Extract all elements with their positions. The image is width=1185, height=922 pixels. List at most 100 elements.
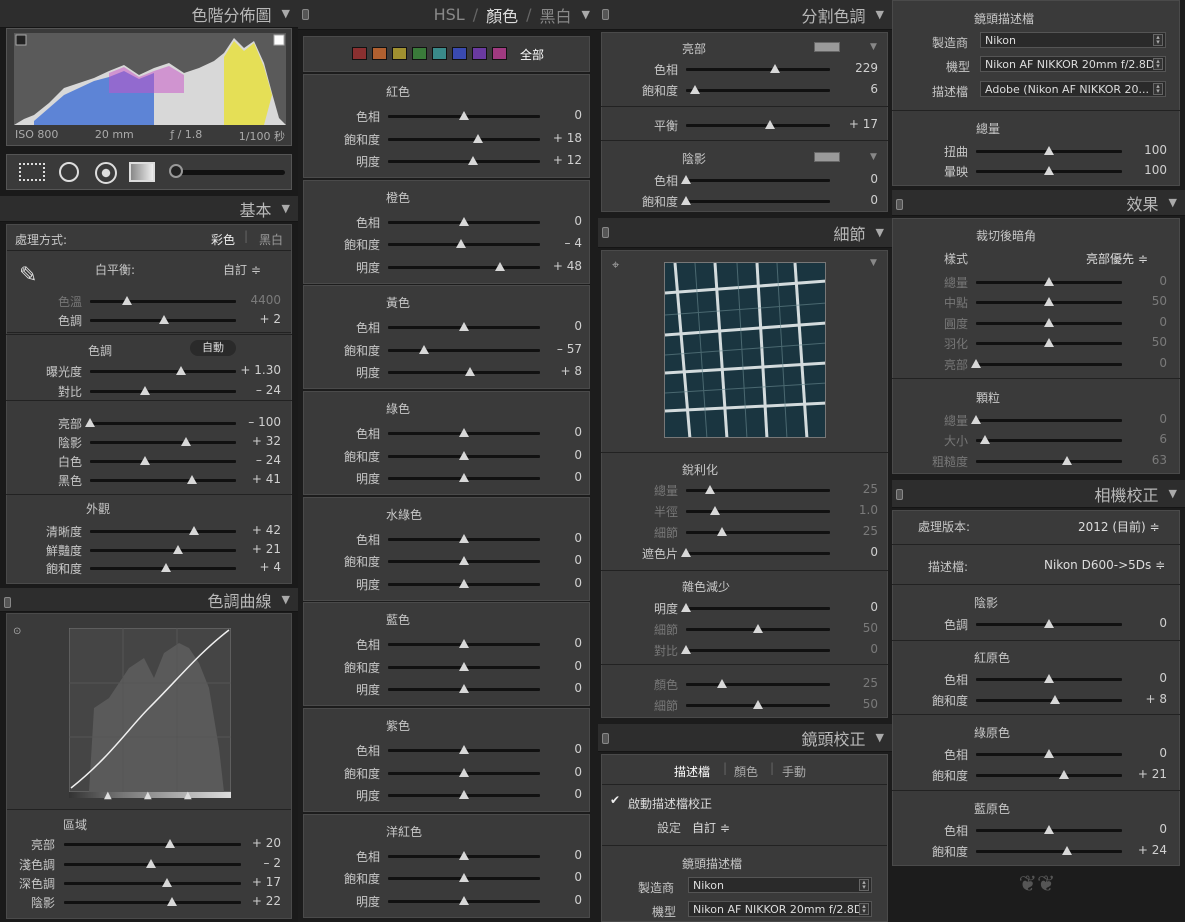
hsl-3-1-value[interactable]: 0 <box>574 448 582 462</box>
hsl-2-1-value[interactable]: – 57 <box>557 342 582 356</box>
hsl-6-0-knob[interactable] <box>459 745 469 755</box>
enable-profile-checkbox[interactable]: ✔ <box>610 793 622 807</box>
panel-toggle-icon[interactable] <box>896 489 903 500</box>
right-b_hue-value[interactable]: 0 <box>1159 822 1167 836</box>
effects-header[interactable]: 效果 ▼ <box>892 190 1185 216</box>
collapse-triangle-icon[interactable]: ▼ <box>1169 487 1177 500</box>
lens-model-dropdown[interactable]: Nikon AF NIKKOR 20mm f/2.8D ▴ ▾ <box>688 901 872 917</box>
basic-blacks-value[interactable]: + 41 <box>252 472 281 486</box>
detail-lum_contrast-track[interactable] <box>681 645 830 654</box>
detail-masking-track[interactable] <box>681 548 830 557</box>
right-vignetting-knob[interactable] <box>1044 166 1054 175</box>
hsl-4-2-value[interactable]: 0 <box>574 576 582 590</box>
collapse-triangle-icon[interactable]: ▼ <box>1169 196 1177 209</box>
hsl-6-1-track[interactable] <box>388 767 540 777</box>
color-swatch-4[interactable] <box>432 47 447 60</box>
right-vignetting-track[interactable] <box>976 166 1122 175</box>
split-hl_sat-knob[interactable] <box>689 85 700 94</box>
split-knob-2[interactable]: ▲ <box>144 790 152 801</box>
hsl-2-1-knob[interactable] <box>419 344 430 354</box>
basic-shadows-knob[interactable] <box>181 437 192 446</box>
hsl-5-0-track[interactable] <box>388 639 540 649</box>
basic-vibrance-track[interactable] <box>90 545 236 554</box>
tab-color[interactable]: 顏色 <box>486 3 518 27</box>
r-profile-dropdown[interactable]: Adobe (Nikon AF NIKKOR 20... ▴ ▾ <box>980 81 1166 97</box>
basic-whites-knob[interactable] <box>140 456 151 465</box>
hsl-0-0-track[interactable] <box>388 111 540 120</box>
hsl-0-2-knob[interactable] <box>468 156 479 165</box>
split-sh-triangle-icon[interactable]: ▼ <box>870 152 877 162</box>
split-sh_sat-value[interactable]: 0 <box>870 193 878 207</box>
basic-contrast-value[interactable]: – 24 <box>256 383 281 397</box>
wb-dropdown[interactable]: 自訂 ≑ <box>223 261 261 278</box>
hsl-3-1-knob[interactable] <box>459 450 469 460</box>
right-v_amount-track[interactable] <box>976 277 1122 286</box>
detail-detail-knob[interactable] <box>717 527 727 536</box>
tab-bw[interactable]: 黑白 <box>540 3 572 27</box>
hsl-5-1-knob[interactable] <box>459 661 469 671</box>
split-hl_hue-knob[interactable] <box>770 64 781 73</box>
hsl-1-1-value[interactable]: – 4 <box>565 236 582 250</box>
detail-detail-value[interactable]: 25 <box>863 524 878 538</box>
right-v_high-track[interactable] <box>971 359 1122 368</box>
basic-exposure-value[interactable]: + 1.30 <box>240 363 281 377</box>
hsl-4-2-track[interactable] <box>388 578 540 588</box>
hsl-7-2-knob[interactable] <box>459 895 469 905</box>
crop-overlay-icon[interactable] <box>19 163 45 181</box>
hsl-1-2-track[interactable] <box>388 261 540 271</box>
basic-contrast-track[interactable] <box>90 386 236 395</box>
detail-radius-value[interactable]: 1.0 <box>859 503 878 517</box>
hsl-2-1-track[interactable] <box>388 344 540 354</box>
collapse-triangle-icon[interactable]: ▼ <box>876 731 884 744</box>
split-sh_hue-value[interactable]: 0 <box>870 172 878 186</box>
basic-highlights-track[interactable] <box>85 418 236 427</box>
detail-lum-knob[interactable] <box>681 603 691 612</box>
color-swatch-7[interactable] <box>492 47 507 60</box>
basic-temp-track[interactable] <box>90 296 236 305</box>
split-sh_hue-track[interactable] <box>681 175 830 184</box>
histogram-header[interactable]: 色階分佈圖 ▼ <box>0 0 298 28</box>
split-hl-triangle-icon[interactable]: ▼ <box>870 42 877 52</box>
split-hl_hue-track[interactable] <box>686 64 830 73</box>
hsl-2-2-value[interactable]: + 8 <box>560 364 582 378</box>
hsl-3-0-value[interactable]: 0 <box>574 425 582 439</box>
hsl-5-0-knob[interactable] <box>459 639 469 649</box>
right-v_mid-value[interactable]: 50 <box>1152 294 1167 308</box>
curve-shadows-value[interactable]: + 22 <box>252 894 281 908</box>
hsl-0-1-track[interactable] <box>388 133 540 143</box>
detail-lum_detail-value[interactable]: 50 <box>863 621 878 635</box>
lens-tab-profile[interactable]: 描述檔 <box>674 763 710 780</box>
basic-temp-value[interactable]: 4400 <box>250 293 281 307</box>
hsl-7-0-knob[interactable] <box>459 850 469 860</box>
basic-clarity-track[interactable] <box>90 526 236 535</box>
curve-darks-knob[interactable] <box>161 878 172 887</box>
right-distortion-track[interactable] <box>976 146 1122 155</box>
panel-toggle-icon[interactable] <box>602 733 609 744</box>
basic-tint-knob[interactable] <box>159 315 170 324</box>
detail-amount-value[interactable]: 25 <box>863 482 878 496</box>
right-b_sat-value[interactable]: + 24 <box>1138 843 1167 857</box>
hsl-0-0-value[interactable]: 0 <box>574 108 582 122</box>
basic-exposure-knob[interactable] <box>175 366 186 375</box>
right-g_rough-track[interactable] <box>976 456 1122 465</box>
curve-shadows-track[interactable] <box>64 897 241 906</box>
hsl-7-0-track[interactable] <box>388 850 540 860</box>
lens-tab-manual[interactable]: 手動 <box>782 763 806 780</box>
hsl-0-2-value[interactable]: + 12 <box>553 153 582 167</box>
right-sh_tint-track[interactable] <box>976 619 1122 628</box>
curve-lights-track[interactable] <box>64 859 241 868</box>
basic-exposure-track[interactable] <box>90 366 236 375</box>
basic-whites-value[interactable]: – 24 <box>256 453 281 467</box>
detail-color-knob[interactable] <box>717 679 727 688</box>
hsl-6-0-value[interactable]: 0 <box>574 742 582 756</box>
panel-toggle-icon[interactable] <box>896 199 903 210</box>
spot-removal-icon[interactable] <box>59 162 79 182</box>
color-swatch-5[interactable] <box>452 47 467 60</box>
hsl-0-1-knob[interactable] <box>472 133 483 143</box>
hsl-6-2-track[interactable] <box>388 790 540 800</box>
cprofile-dropdown[interactable]: Nikon D600->5Ds ≑ <box>1044 558 1165 572</box>
basic-shadows-value[interactable]: + 32 <box>252 434 281 448</box>
split-hl-swatch[interactable] <box>814 42 840 52</box>
right-r_sat-value[interactable]: + 8 <box>1145 692 1167 706</box>
hsl-6-0-track[interactable] <box>388 745 540 755</box>
